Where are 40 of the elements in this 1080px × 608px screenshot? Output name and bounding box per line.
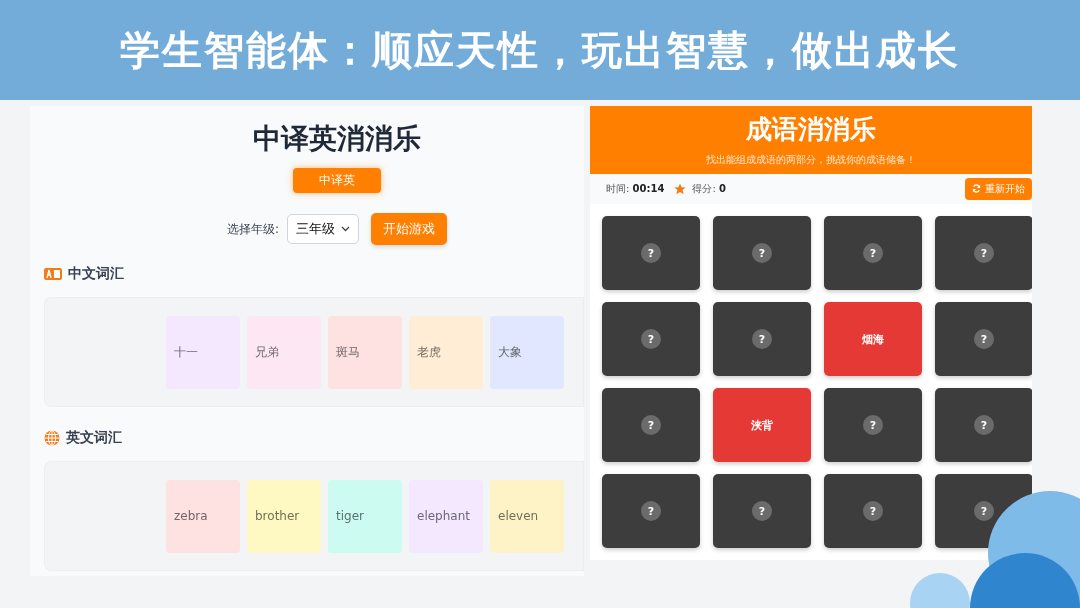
word-tile[interactable]: eleven xyxy=(490,479,564,553)
section-heading: 英文词汇 xyxy=(66,429,122,447)
memory-card[interactable]: ? xyxy=(602,388,700,462)
game-title: 中译英消消乐 xyxy=(252,121,421,157)
word-tile[interactable]: 兄弟 xyxy=(247,315,321,389)
memory-card[interactable]: ? xyxy=(824,388,922,462)
memory-card[interactable]: ? xyxy=(824,216,922,290)
memory-card[interactable]: ? xyxy=(713,216,811,290)
chevron-down-icon xyxy=(341,226,350,232)
star-icon xyxy=(674,183,687,195)
memory-card[interactable]: 烟海 xyxy=(824,302,922,376)
score-text: 得分: 0 xyxy=(692,182,726,196)
section-heading: 中文词汇 xyxy=(68,265,124,283)
memory-card[interactable]: ? xyxy=(824,474,922,548)
alphabet-icon xyxy=(44,268,62,280)
refresh-icon xyxy=(972,184,981,194)
banner-title: 学生智能体：顺应天性，玩出智慧，做出成长 xyxy=(120,25,960,75)
game-subtitle: 找出能组成成语的两部分，挑战你的成语储备！ xyxy=(706,153,916,168)
memory-card[interactable]: ? xyxy=(935,388,1032,462)
memory-card[interactable]: 浃背 xyxy=(713,388,811,462)
memory-card[interactable]: ? xyxy=(602,216,700,290)
grade-select[interactable]: 三年级 xyxy=(287,214,359,244)
word-tile[interactable]: zebra xyxy=(166,479,240,553)
word-tile[interactable]: 斑马 xyxy=(328,315,402,389)
word-tile[interactable]: tiger xyxy=(328,479,402,553)
memory-card[interactable]: ? xyxy=(602,474,700,548)
globe-icon xyxy=(44,430,60,446)
timer-text: 时间: 00:14 xyxy=(606,182,665,196)
grade-label: 选择年级: xyxy=(226,220,279,238)
memory-card[interactable]: ? xyxy=(602,302,700,376)
memory-card[interactable]: ? xyxy=(713,302,811,376)
word-tile[interactable]: elephant xyxy=(409,479,483,553)
word-tile[interactable]: 十一 xyxy=(166,315,240,389)
word-tile[interactable]: brother xyxy=(247,479,321,553)
word-tile[interactable]: 老虎 xyxy=(409,315,483,389)
memory-card[interactable]: ? xyxy=(935,216,1032,290)
memory-card[interactable]: ? xyxy=(713,474,811,548)
game-title: 成语消消乐 xyxy=(746,113,876,147)
word-tile[interactable]: 大象 xyxy=(490,315,564,389)
memory-card[interactable]: ? xyxy=(935,302,1032,376)
